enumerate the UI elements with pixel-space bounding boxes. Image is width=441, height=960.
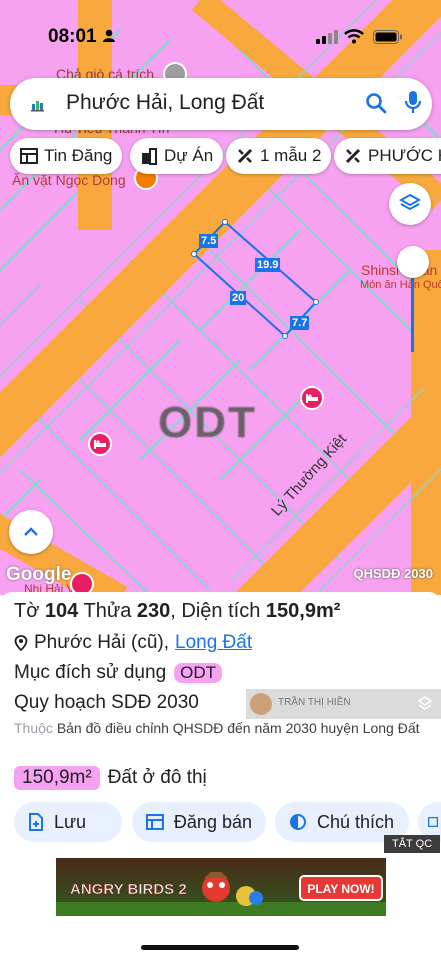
- ad-cta: PLAY NOW!: [307, 882, 374, 896]
- poi-label: Ăn vặt Ngọc Dong: [12, 172, 126, 188]
- home-indicator[interactable]: [141, 945, 299, 950]
- post-sale-button[interactable]: Đăng bán: [132, 802, 266, 842]
- chip-listings[interactable]: Tin Đăng: [10, 138, 123, 174]
- purpose-label: Mục đích sử dụng: [14, 662, 167, 683]
- location-pin-icon: [14, 635, 28, 651]
- dim-label-top: 7.5: [199, 234, 219, 248]
- sheet-label: Tờ: [14, 600, 40, 622]
- sheet-number: 104: [44, 600, 79, 622]
- area-value: 150,9m²: [265, 600, 341, 622]
- avatar: [250, 693, 272, 715]
- app-logo-icon: [31, 101, 44, 112]
- user-name: TRẦN THỊ HIỀN: [278, 697, 351, 708]
- ad-title: ANGRY BIRDS 2: [70, 881, 187, 898]
- ruler-icon: [237, 148, 253, 164]
- opacity-slider-knob[interactable]: [397, 246, 429, 278]
- clock: 08:01: [48, 26, 97, 47]
- land-type: Đất ở đô thị: [107, 767, 207, 788]
- parcel-number: 230: [136, 600, 171, 622]
- layers-button[interactable]: [389, 183, 431, 225]
- chip-label: Tin Đăng: [44, 146, 113, 165]
- expand-sheet-button[interactable]: [9, 510, 53, 554]
- ruler-icon: [345, 148, 361, 164]
- chip-area[interactable]: PHƯỚC H: [334, 138, 441, 174]
- status-bar: 08:01: [0, 0, 441, 68]
- building-icon: [142, 148, 157, 165]
- search-bar[interactable]: Phước Hải, Long Đất: [10, 78, 432, 130]
- map-layer-tag: QHSDĐ 2030: [353, 566, 433, 581]
- location-row: Phước Hải (cũ), Long Đất: [14, 632, 252, 654]
- google-logo: Google: [6, 564, 72, 585]
- chip-projects[interactable]: Dự Án: [130, 138, 224, 174]
- wifi-icon: [344, 29, 364, 44]
- user-overlay: TRẦN THỊ HIỀN: [246, 689, 441, 719]
- post-sale-label: Đăng bán: [173, 811, 252, 832]
- close-ad-button[interactable]: TẮT QC: [384, 835, 441, 853]
- hotel-pin[interactable]: [300, 386, 324, 410]
- area-label: Diện tích: [181, 600, 261, 622]
- chip-label: Dự Án: [164, 146, 214, 165]
- search-icon[interactable]: [364, 91, 388, 115]
- location-text: Phước Hải (cũ),: [34, 632, 169, 653]
- tool-icon: [428, 817, 438, 827]
- parcel-title: Tờ 104 Thửa 230, Diện tích 150,9m²: [14, 600, 341, 622]
- location-link[interactable]: Long Đất: [175, 632, 252, 654]
- layers-icon: [417, 696, 433, 710]
- person-icon: [103, 29, 115, 42]
- layers-icon: [399, 193, 421, 211]
- ad-image: PLAY NOW! ANGRY BIRDS 2: [56, 858, 386, 916]
- purpose-badge: ODT: [174, 663, 223, 683]
- area-badge: 150,9m²: [14, 766, 100, 790]
- dim-label-short: 7.7: [290, 316, 310, 330]
- hotel-pin[interactable]: [88, 432, 112, 456]
- save-button[interactable]: Lưu: [14, 802, 122, 842]
- add-file-icon: [29, 813, 43, 831]
- signal-icon: [316, 30, 338, 44]
- table-icon: [20, 148, 38, 164]
- contrast-icon: [290, 814, 306, 830]
- area-row: 150,9m² Đất ở đô thị: [14, 766, 207, 790]
- save-label: Lưu: [54, 811, 87, 832]
- poi-label: Món ăn Hàn Quốc: [360, 279, 441, 291]
- chip-label: PHƯỚC H: [368, 146, 441, 165]
- action-buttons: Lưu Đăng bán Chú thích: [0, 802, 441, 842]
- chip-measure[interactable]: 1 mẫu 2: [226, 138, 332, 174]
- battery-icon: [373, 30, 402, 44]
- source-prefix: Thuộc: [14, 720, 53, 736]
- chevron-up-icon: [24, 527, 38, 536]
- chip-label: 1 mẫu 2: [260, 146, 322, 165]
- purpose-row: Mục đích sử dụng ODT: [14, 662, 223, 684]
- table-icon: [146, 814, 164, 830]
- dim-label-side: 20: [230, 291, 247, 305]
- dim-label-long: 19.9: [255, 258, 281, 272]
- ad-banner[interactable]: PLAY NOW! ANGRY BIRDS 2: [56, 858, 386, 916]
- source-desc: Bản đồ điều chỉnh QHSDĐ đến năm 2030 huy…: [56, 720, 420, 736]
- legend-label: Chú thích: [317, 811, 395, 832]
- zone-label: ODT: [158, 398, 257, 447]
- parcel-label: Thửa: [83, 600, 132, 622]
- filter-chips: Tin Đăng Dự Án 1 mẫu 2 PHƯỚC H: [8, 138, 441, 174]
- mic-icon[interactable]: [404, 89, 422, 117]
- plan-title: Quy hoạch SDĐ 2030: [14, 692, 199, 713]
- source-text: Thuộc Bản đồ điều chỉnh QHSDĐ đến năm 20…: [14, 718, 434, 738]
- search-text[interactable]: Phước Hải, Long Đất: [66, 91, 264, 115]
